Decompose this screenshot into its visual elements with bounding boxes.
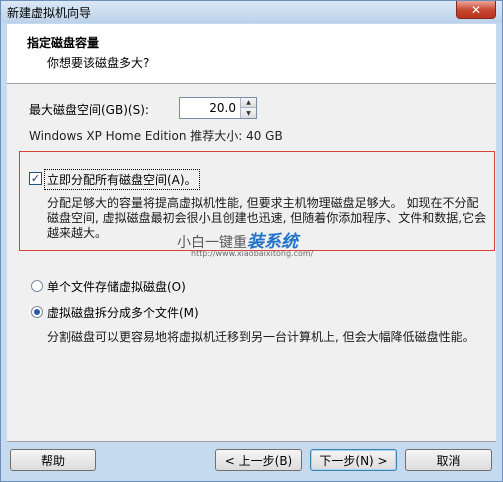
window-title: 新建虚拟机向导 (7, 6, 92, 20)
header-panel: 指定磁盘容量 你想要该磁盘多大? (7, 24, 496, 84)
back-button[interactable]: < 上一步(B) (215, 449, 302, 471)
cancel-button[interactable]: 取消 (405, 449, 492, 471)
max-disk-size-stepper[interactable]: 20.0 ▲ ▼ (179, 97, 257, 119)
close-button[interactable]: ✕ (456, 1, 496, 19)
watermark: 小白一键重装系统 http://www.xiaobaixitong.com/ (177, 227, 337, 263)
wizard-window: 新建虚拟机向导 ✕ 指定磁盘容量 你想要该磁盘多大? 最大磁盘空间(GB)(S)… (0, 0, 503, 482)
page-title: 指定磁盘容量 (27, 36, 100, 50)
help-button[interactable]: 帮助 (10, 449, 96, 471)
single-file-radio[interactable] (31, 280, 43, 292)
title-bar[interactable]: 新建虚拟机向导 ✕ (1, 1, 502, 23)
split-files-label[interactable]: 虚拟磁盘拆分成多个文件(M) (47, 304, 199, 321)
arrow-down-icon: ▼ (246, 109, 251, 117)
watermark-url: http://www.xiaobaixitong.com/ (191, 249, 314, 258)
page-subtitle: 你想要该磁盘多大? (47, 56, 150, 70)
arrow-up-icon: ▲ (246, 99, 251, 106)
button-bar: 帮助 < 上一步(B) 下一步(N) > 取消 (1, 442, 502, 481)
next-button[interactable]: 下一步(N) > (310, 449, 397, 471)
allocate-description-line-3: 越来越大。 (47, 226, 108, 240)
stepper-up-button[interactable]: ▲ (241, 98, 256, 108)
stepper-down-button[interactable]: ▼ (241, 108, 256, 118)
wizard-body: 指定磁盘容量 你想要该磁盘多大? 最大磁盘空间(GB)(S): 20.0 ▲ ▼… (7, 24, 496, 442)
split-description: 分割磁盘可以更容易地将虚拟机迁移到另一台计算机上, 但会大幅降低磁盘性能。 (47, 330, 475, 344)
allocate-now-checkbox[interactable]: ✓ (29, 172, 42, 185)
allocate-now-label[interactable]: 立即分配所有磁盘空间(A)。 (44, 169, 200, 190)
split-files-radio[interactable] (31, 306, 43, 318)
max-disk-size-value[interactable]: 20.0 (209, 101, 236, 115)
recommended-size-text: Windows XP Home Edition 推荐大小: 40 GB (29, 129, 283, 143)
close-icon: ✕ (470, 2, 482, 17)
max-disk-size-label: 最大磁盘空间(GB)(S): (29, 103, 149, 117)
checkmark-icon: ✓ (30, 172, 41, 185)
single-file-label[interactable]: 单个文件存储虚拟磁盘(O) (47, 278, 186, 295)
stepper-buttons: ▲ ▼ (240, 98, 256, 118)
allocate-description-line-2: 磁盘空间, 虚拟磁盘最初会很小且创建也迅速, 但随着你添加程序、文件和数据,它会 (47, 211, 487, 225)
